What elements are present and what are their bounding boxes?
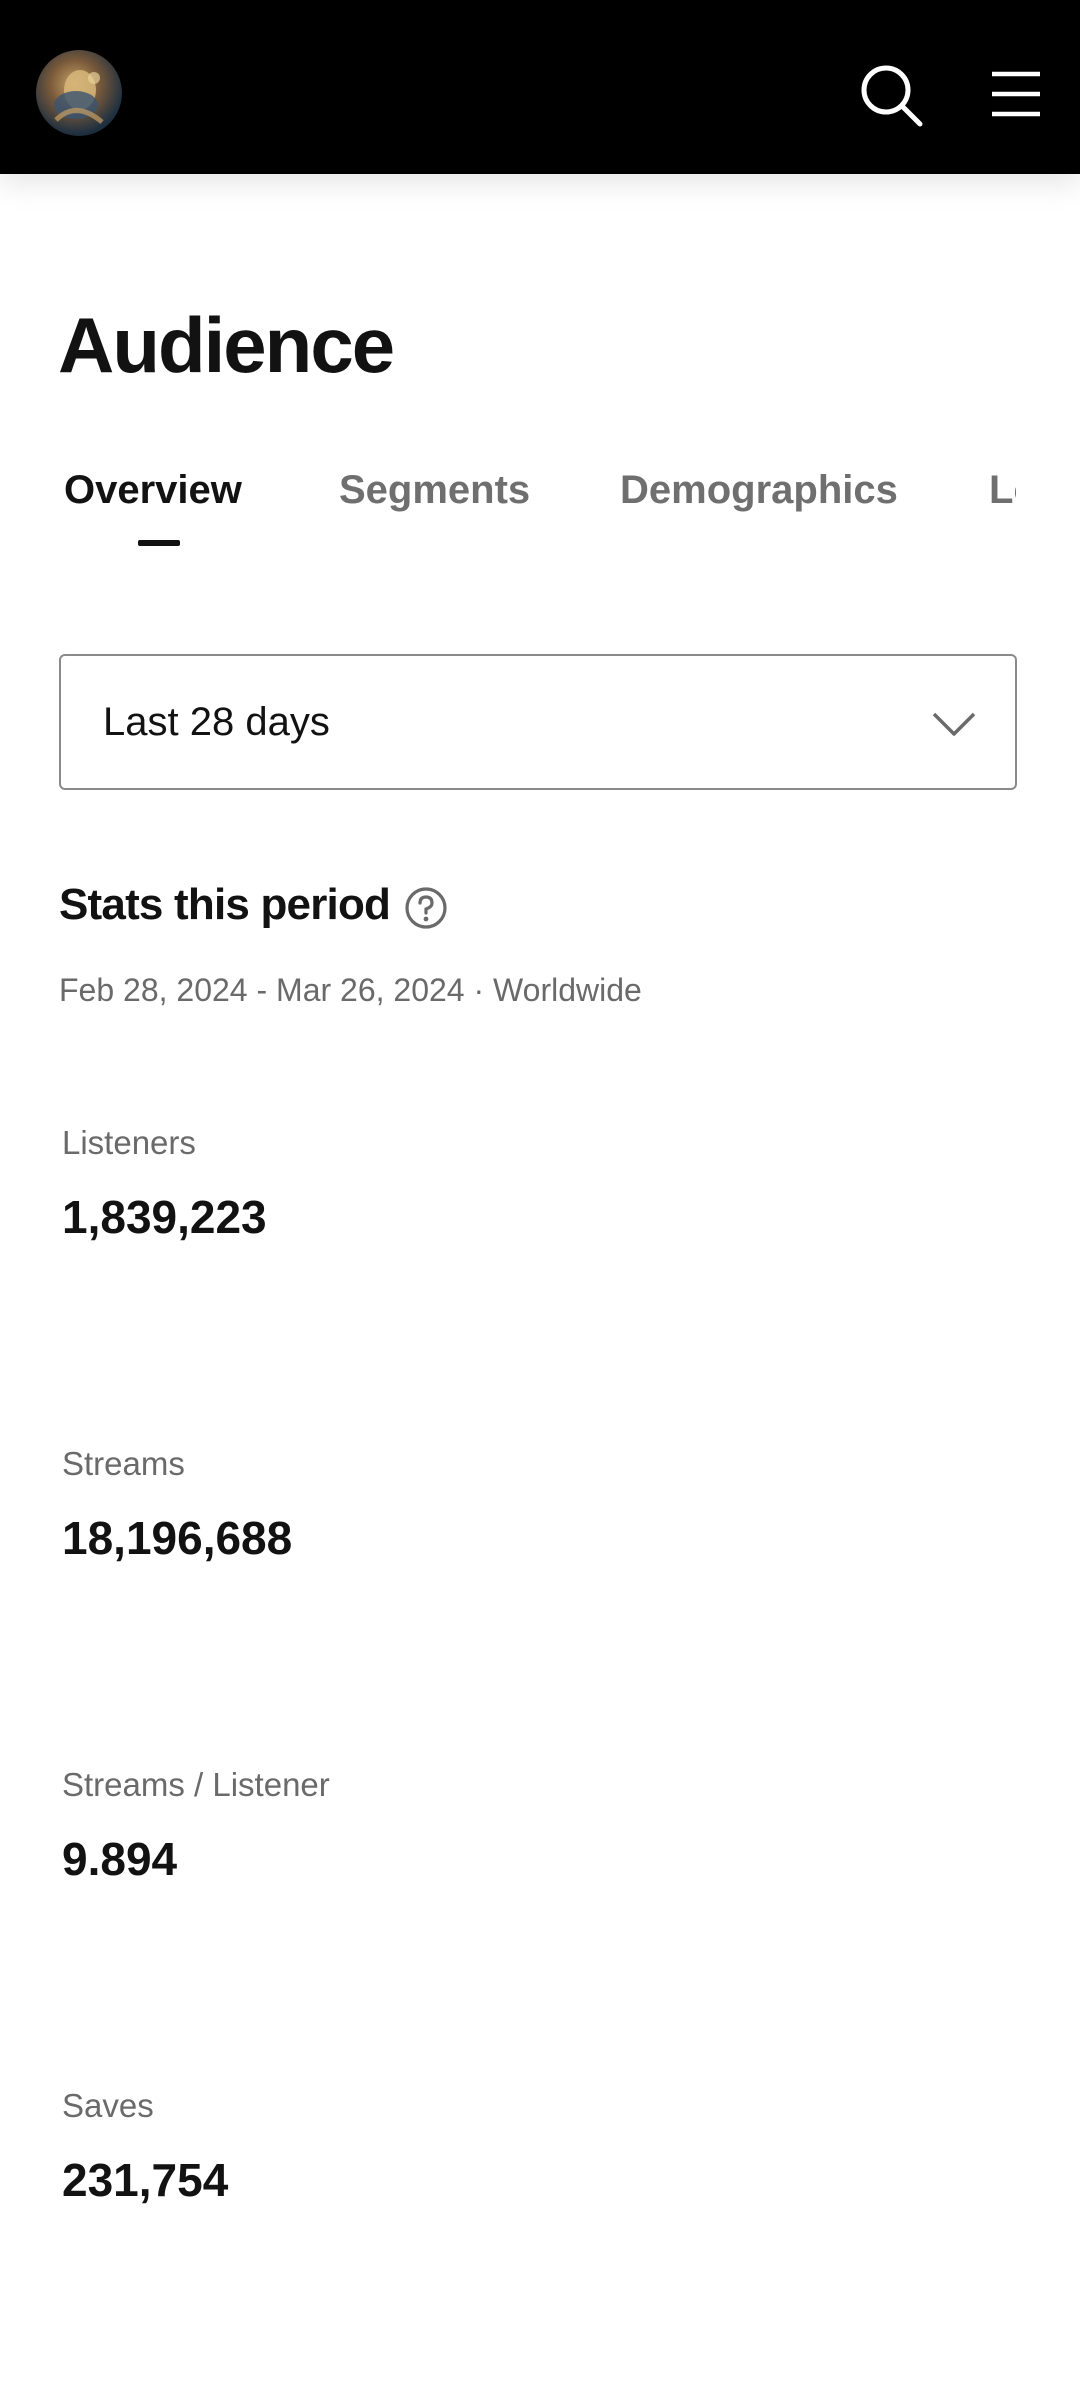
stat-value: 1,839,223 <box>62 1191 267 1243</box>
stat-value: 9.894 <box>62 1833 178 1885</box>
stat-streams-per-listener: Streams / Listener 9.894 <box>62 1766 330 1886</box>
stats-period: Feb 28, 2024 - Mar 26, 2024 · Worldwide <box>59 972 642 1008</box>
stat-listeners: Listeners 1,839,223 <box>62 1124 267 1244</box>
stat-label: Streams <box>62 1445 185 1482</box>
page-title: Audience <box>58 301 395 389</box>
tab-segments[interactable]: Segments <box>339 468 530 513</box>
date-range-select[interactable]: Last 28 days <box>59 654 1017 790</box>
question-mark-icon <box>405 887 447 929</box>
stat-label: Saves <box>62 2087 154 2124</box>
tab-location[interactable]: Lo <box>989 468 1016 513</box>
stat-value: 18,196,688 <box>62 1512 293 1564</box>
active-tab-indicator <box>138 540 180 546</box>
search-icon <box>861 65 923 127</box>
menu-button[interactable] <box>990 68 1042 120</box>
stat-streams: Streams 18,196,688 <box>62 1445 292 1565</box>
top-bar <box>0 0 1080 174</box>
chevron-down-icon <box>932 712 976 736</box>
stats-section-title: Stats this period <box>59 880 391 929</box>
artist-avatar[interactable] <box>36 50 122 136</box>
audience-tabs: Overview Segments Demographics Lo <box>0 456 1016 556</box>
hamburger-menu-icon <box>992 71 1040 117</box>
tab-demographics[interactable]: Demographics <box>620 468 898 513</box>
stat-value: 231,754 <box>62 2154 229 2206</box>
avatar-image <box>54 70 104 124</box>
stat-label: Streams / Listener <box>62 1766 330 1803</box>
stat-label: Listeners <box>62 1124 196 1161</box>
help-icon[interactable] <box>404 886 448 930</box>
stat-saves: Saves 231,754 <box>62 2087 228 2207</box>
tab-overview[interactable]: Overview <box>64 468 242 513</box>
search-button[interactable] <box>858 62 924 128</box>
date-range-value: Last 28 days <box>103 700 330 744</box>
